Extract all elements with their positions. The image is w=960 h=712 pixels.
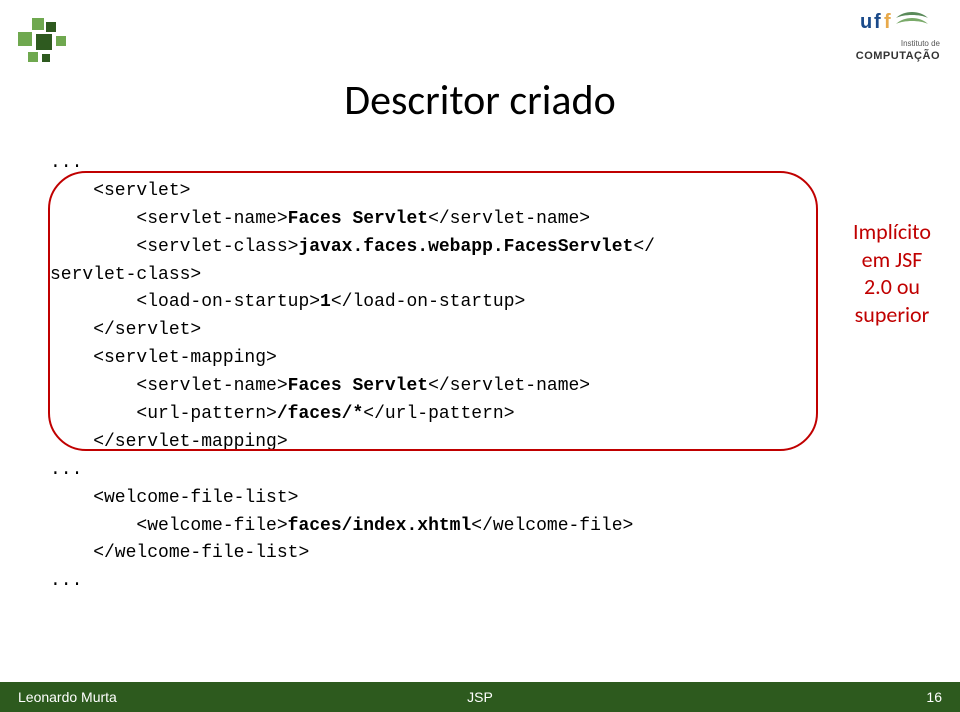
footer-author: Leonardo Murta bbox=[0, 689, 926, 705]
logo-subtitle-1: Instituto de bbox=[856, 39, 940, 48]
annotation-line: em JSF bbox=[842, 246, 942, 274]
code-line: <load-on-startup> bbox=[50, 292, 320, 312]
footer-topic: JSP bbox=[467, 689, 493, 705]
code-block: ... <servlet> <servlet-name>Faces Servle… bbox=[50, 150, 810, 596]
code-line: <servlet-name> bbox=[50, 209, 288, 229]
code-line: <welcome-file> bbox=[50, 516, 288, 536]
code-line: </servlet> bbox=[50, 320, 201, 340]
code-line: </welcome-file-list> bbox=[50, 543, 309, 563]
code-line: ... bbox=[50, 571, 82, 591]
annotation-text: Implícito em JSF 2.0 ou superior bbox=[842, 218, 942, 328]
code-line: ... bbox=[50, 153, 82, 173]
code-bold: javax.faces.webapp.FacesServlet bbox=[298, 237, 633, 257]
code-line: </welcome-file> bbox=[471, 516, 633, 536]
footer-page-number: 16 bbox=[926, 689, 960, 705]
code-line: <servlet> bbox=[50, 181, 190, 201]
code-line: ... bbox=[50, 460, 82, 480]
code-bold: Faces Servlet bbox=[288, 209, 428, 229]
code-line: </ bbox=[633, 237, 655, 257]
code-bold: /faces/* bbox=[277, 404, 363, 424]
code-line: servlet-class> bbox=[50, 265, 201, 285]
code-line: <servlet-name> bbox=[50, 376, 288, 396]
code-bold: faces/index.xhtml bbox=[288, 516, 472, 536]
code-line: </servlet-mapping> bbox=[50, 432, 288, 452]
code-line: <url-pattern> bbox=[50, 404, 277, 424]
slide-title: Descritor criado bbox=[0, 75, 960, 126]
svg-text:f: f bbox=[874, 11, 881, 33]
code-line: </url-pattern> bbox=[363, 404, 514, 424]
corner-decoration bbox=[18, 18, 78, 78]
annotation-line: 2.0 ou bbox=[842, 273, 942, 301]
code-line: <welcome-file-list> bbox=[50, 488, 298, 508]
annotation-line: Implícito bbox=[842, 218, 942, 246]
code-line: </servlet-name> bbox=[428, 376, 590, 396]
slide-footer: Leonardo Murta JSP 16 bbox=[0, 682, 960, 712]
code-bold: 1 bbox=[320, 292, 331, 312]
code-line: <servlet-mapping> bbox=[50, 348, 277, 368]
code-line: </load-on-startup> bbox=[331, 292, 525, 312]
code-line: <servlet-class> bbox=[50, 237, 298, 257]
code-bold: Faces Servlet bbox=[288, 376, 428, 396]
annotation-line: superior bbox=[842, 301, 942, 329]
svg-text:u: u bbox=[860, 11, 872, 33]
svg-text:f: f bbox=[884, 11, 891, 33]
institute-logo: u f f Instituto de COMPUTAÇÃO bbox=[856, 10, 940, 62]
code-line: </servlet-name> bbox=[428, 209, 590, 229]
logo-subtitle-2: COMPUTAÇÃO bbox=[856, 50, 940, 62]
